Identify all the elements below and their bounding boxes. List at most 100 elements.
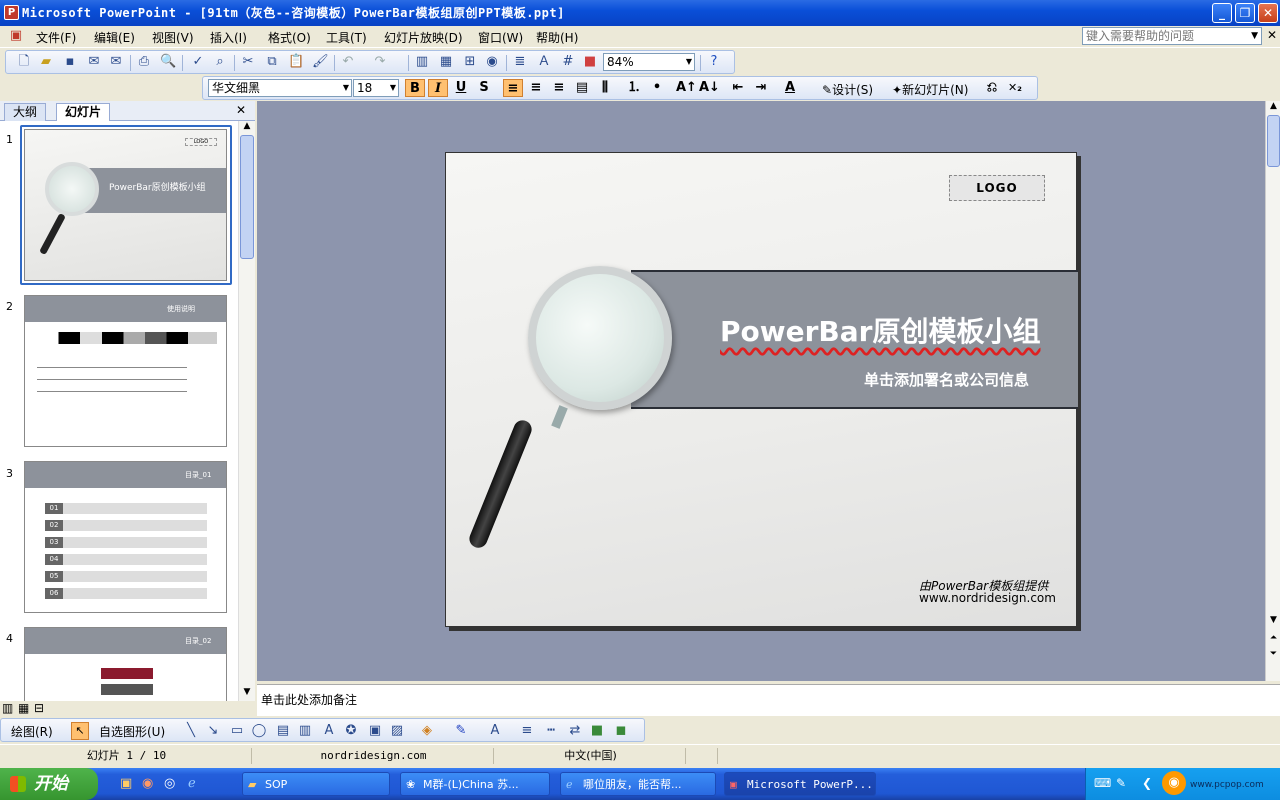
next-slide-icon[interactable]: ⏷	[1267, 649, 1280, 663]
shadow-button[interactable]: S	[474, 79, 494, 97]
slides-scrollbar[interactable]: ▲ ▼	[238, 121, 255, 701]
font-name-combo[interactable]: 华文细黑 ▼	[208, 79, 352, 97]
color-grayscale-icon[interactable]: ■	[582, 54, 598, 70]
slide-title[interactable]: PowerBar原创模板小组	[720, 310, 1040, 350]
taskbar-item-powerpoint[interactable]: ▣ Microsoft PowerP...	[724, 772, 876, 796]
rectangle-icon[interactable]: ▭	[229, 723, 245, 739]
underline-button[interactable]: U	[451, 79, 471, 97]
open-folder-icon[interactable]: ▰	[38, 54, 54, 70]
menu-tools[interactable]: 工具(T)	[326, 29, 367, 46]
dash-style-icon[interactable]: ┅	[543, 723, 559, 739]
scroll-thumb[interactable]	[1267, 115, 1280, 167]
credit-url[interactable]: www.nordridesign.com	[919, 591, 1056, 605]
ie-icon[interactable]: ℯ	[188, 776, 196, 791]
scroll-thumb[interactable]	[240, 135, 254, 259]
zoom-combo[interactable]: 84% ▼	[603, 53, 695, 71]
insert-chart-icon[interactable]: ▥	[414, 54, 430, 70]
normal-view-icon[interactable]: ▥	[2, 701, 13, 715]
close-document-icon[interactable]: ✕	[1267, 28, 1277, 42]
bullets-button[interactable]: •	[647, 79, 667, 97]
minimize-button[interactable]: _	[1212, 3, 1232, 23]
quicklaunch-icon[interactable]: ◉	[142, 776, 153, 791]
line-icon[interactable]: ╲	[183, 723, 199, 739]
help-icon[interactable]: ?	[706, 54, 722, 70]
document-menu-icon[interactable]: ▣	[8, 28, 24, 44]
font-size-combo[interactable]: 18 ▼	[353, 79, 399, 97]
menu-window[interactable]: 窗口(W)	[478, 29, 523, 46]
diagram-icon[interactable]: ✪	[343, 723, 359, 739]
align-left-button[interactable]: ≡	[503, 79, 523, 97]
tray-arrow-icon[interactable]: ❮	[1142, 776, 1152, 790]
arrow-icon[interactable]: ↘	[205, 723, 221, 739]
draw-menu[interactable]: 绘图(R)	[11, 723, 53, 740]
start-button[interactable]: 开始	[0, 768, 98, 800]
expand-all-icon[interactable]: ≣	[512, 54, 528, 70]
research-icon[interactable]: ⌕	[212, 54, 228, 70]
slide-thumbnail-3[interactable]: 目录_01 01 02 03 04 05 06	[24, 461, 227, 613]
align-right-button[interactable]: ≡	[549, 79, 569, 97]
select-objects-icon[interactable]: ↖	[71, 722, 89, 740]
numbering-button[interactable]: ⒈	[624, 79, 644, 97]
menu-format[interactable]: 格式(O)	[268, 29, 311, 46]
notes-pane[interactable]: 单击此处添加备注	[257, 684, 1280, 716]
redo-icon[interactable]: ↷	[372, 54, 388, 70]
restore-button[interactable]: ❐	[1235, 3, 1255, 23]
slide-layout-icon[interactable]: ⎌	[982, 79, 1002, 97]
show-formatting-icon[interactable]: Ａ	[536, 54, 552, 70]
3d-style-icon[interactable]: ◼	[613, 723, 629, 739]
paste-icon[interactable]: 📋	[288, 54, 304, 70]
powerpoint-app-icon[interactable]: P	[4, 5, 19, 20]
menu-view[interactable]: 视图(V)	[152, 29, 194, 46]
slide-scrollbar[interactable]: ▲ ▼ ⏶ ⏷	[1265, 101, 1280, 681]
new-slide-button[interactable]: ✦新幻灯片(N)	[892, 81, 968, 98]
scroll-up-icon[interactable]: ▲	[240, 121, 254, 135]
show-grid-icon[interactable]: #	[560, 54, 576, 70]
quicklaunch-icon[interactable]: ◎	[164, 776, 175, 791]
close-pane-icon[interactable]: ✕	[236, 103, 246, 117]
justify-button[interactable]: ▤	[572, 79, 592, 97]
tables-borders-icon[interactable]: ⊞	[462, 54, 478, 70]
menu-file[interactable]: 文件(F)	[36, 29, 76, 46]
menu-edit[interactable]: 编辑(E)	[94, 29, 135, 46]
arrow-style-icon[interactable]: ⇄	[567, 723, 583, 739]
scroll-down-icon[interactable]: ▼	[1267, 615, 1280, 629]
bold-button[interactable]: B	[405, 79, 425, 97]
menu-slideshow[interactable]: 幻灯片放映(D)	[384, 29, 463, 46]
italic-button[interactable]: I	[428, 79, 448, 97]
taskbar-item-chat[interactable]: ❀ M群-(L)China 苏...	[400, 772, 550, 796]
close-toolbar-icon[interactable]: ✕₂	[1005, 79, 1025, 97]
scroll-down-icon[interactable]: ▼	[240, 687, 254, 701]
menu-help[interactable]: 帮助(H)	[536, 29, 578, 46]
line-color-icon[interactable]: ✎	[453, 723, 469, 739]
slide-thumbnail-2[interactable]: 使用说明	[24, 295, 227, 447]
textbox-icon[interactable]: ▤	[275, 723, 291, 739]
logo-placeholder[interactable]: LOGO	[949, 175, 1045, 201]
print-icon[interactable]: ⎙	[136, 54, 152, 70]
tray-app-icon[interactable]: ◉	[1162, 771, 1186, 795]
slideshow-view-icon[interactable]: ⊟	[34, 701, 44, 715]
align-center-button[interactable]: ≡	[526, 79, 546, 97]
shadow-style-icon[interactable]: ■	[589, 723, 605, 739]
pen-icon[interactable]: ✎	[1116, 776, 1126, 790]
autoshapes-menu[interactable]: 自选图形(U)	[99, 723, 165, 740]
design-button[interactable]: ✎设计(S)	[822, 81, 873, 98]
decrease-indent-button[interactable]: ⇤	[728, 79, 748, 97]
email-icon[interactable]: ✉	[108, 54, 124, 70]
slide-subtitle[interactable]: 单击添加署名或公司信息	[864, 369, 1029, 390]
scroll-up-icon[interactable]: ▲	[1267, 101, 1280, 115]
wordart-icon[interactable]: A	[321, 723, 337, 739]
copy-icon[interactable]: ⧉	[264, 54, 280, 70]
save-icon[interactable]: ▪	[62, 54, 78, 70]
new-file-icon[interactable]: 🗋	[16, 54, 32, 70]
tab-outline[interactable]: 大纲	[4, 103, 47, 121]
slide-thumbnail-4[interactable]: 目录_02	[24, 627, 227, 701]
permission-icon[interactable]: ✉	[86, 54, 102, 70]
current-slide[interactable]: LOGO PowerBar原创模板小组 单击添加署名或公司信息 由PowerBa…	[445, 152, 1078, 627]
print-preview-icon[interactable]: 🔍	[160, 54, 176, 70]
distribute-button[interactable]: ⫼	[595, 79, 615, 97]
hyperlink-icon[interactable]: ◉	[484, 54, 500, 70]
taskbar-item-browser[interactable]: ℯ 哪位朋友，能否帮...	[560, 772, 716, 796]
oval-icon[interactable]: ◯	[251, 723, 267, 739]
help-question-input[interactable]: 键入需要帮助的问题 ▼	[1082, 27, 1262, 45]
font-color-button[interactable]: A	[780, 79, 800, 97]
